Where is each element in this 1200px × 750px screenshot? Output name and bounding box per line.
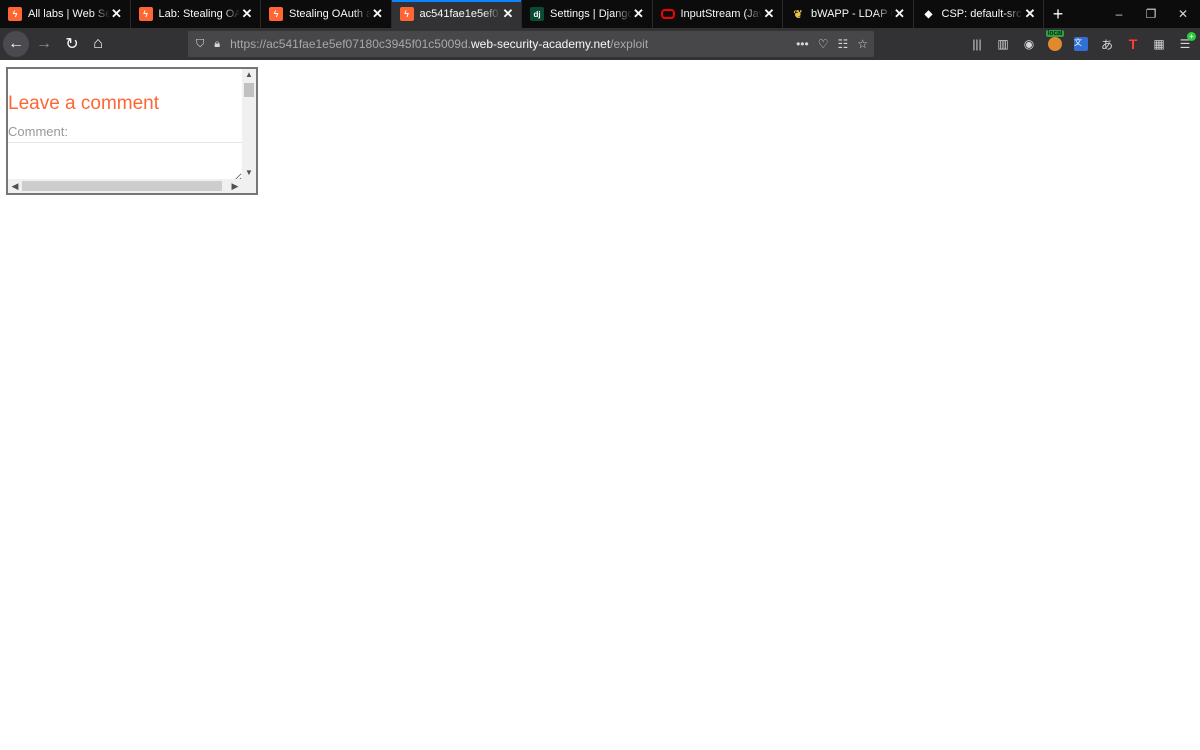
url-host: web-security-academy.net — [470, 37, 611, 51]
tab-csp-default-src[interactable]: ◆ CSP: default-src - HTTP ✕ — [914, 0, 1044, 28]
close-icon[interactable]: ✕ — [762, 6, 776, 22]
scroll-right-icon[interactable]: ▶ — [228, 179, 242, 193]
translate-extension-glyph: 文 — [1074, 37, 1088, 51]
home-button[interactable]: ⌂ — [85, 31, 111, 57]
csp-icon: ◆ — [924, 8, 933, 20]
tab-inputstream-java[interactable]: InputStream (Java ✕ — [653, 0, 783, 28]
url-path: /exploit — [610, 37, 649, 51]
vertical-scrollbar[interactable]: ▲ ▼ — [242, 69, 256, 179]
tab-title: Lab: Stealing OAuth access tokens — [158, 8, 241, 20]
reload-button[interactable]: ↻ — [59, 31, 85, 57]
tab-all-labs[interactable]: ϟ All labs | Web Security Academy ✕ — [0, 0, 131, 28]
tab-django-settings[interactable]: dj Settings | Django documentation ✕ — [522, 0, 653, 28]
proxy-extension-icon[interactable]: local — [1046, 30, 1065, 53]
tab-title: Settings | Django documentation — [550, 8, 632, 20]
t-extension-icon[interactable]: T — [1124, 35, 1142, 53]
tab-title: All labs | Web Security Academy — [28, 8, 110, 20]
close-icon[interactable]: ✕ — [110, 6, 124, 22]
library-icon[interactable]: ||| — [968, 35, 986, 53]
proxy-badge: local — [1046, 30, 1065, 37]
pocket-icon[interactable]: ♡ — [818, 37, 829, 51]
close-icon[interactable]: ✕ — [501, 6, 515, 22]
forward-button[interactable]: → — [31, 31, 57, 57]
lock-icon[interactable]: 🔒︎ — [214, 38, 220, 51]
tab-title: ac541fae1e5ef07180c3945f01c5009d — [419, 8, 502, 20]
translate-icon[interactable]: ☷ — [837, 37, 848, 51]
tab-strip: ϟ All labs | Web Security Academy ✕ ϟ La… — [0, 0, 1200, 28]
oracle-icon — [660, 9, 675, 19]
back-button[interactable]: ← — [3, 31, 29, 57]
tab-title: Stealing OAuth access tokens — [289, 8, 371, 20]
scroll-left-icon[interactable]: ◀ — [8, 179, 22, 193]
extensions-grid-icon[interactable]: ▦ — [1150, 35, 1168, 53]
tab-title: InputStream (Java — [680, 8, 763, 20]
navigation-toolbar: ← → ↻ ⌂ ⛉ 🔒︎ https://ac541fae1e5ef07180c… — [0, 28, 1200, 60]
close-icon[interactable]: ✕ — [1023, 6, 1037, 22]
language-extension-icon[interactable]: あ — [1098, 35, 1116, 53]
url-actions: ••• ♡ ☷ ☆ — [796, 31, 868, 57]
new-tab-button[interactable]: + — [1044, 0, 1072, 28]
close-icon[interactable]: ✕ — [371, 6, 385, 22]
tab-bwapp-ldap[interactable]: ❦ bWAPP - LDAP Connection ✕ — [783, 0, 914, 28]
comment-textarea[interactable] — [8, 142, 242, 179]
close-icon[interactable]: ✕ — [893, 6, 907, 22]
tab-stealing-oauth[interactable]: ϟ Stealing OAuth access tokens ✕ — [261, 0, 392, 28]
horizontal-scrollbar[interactable]: ◀ ▶ — [8, 179, 256, 193]
scroll-down-icon[interactable]: ▼ — [242, 167, 256, 179]
tab-exploit-server[interactable]: ϟ ac541fae1e5ef07180c3945f01c5009d ✕ — [391, 0, 522, 28]
embedded-iframe[interactable]: Leave a comment Comment: ▲ ▼ ◀ ▶ — [6, 67, 258, 195]
comment-heading: Leave a comment — [8, 93, 160, 114]
iframe-content: Leave a comment Comment: — [8, 69, 242, 179]
portswigger-icon: ϟ — [399, 7, 414, 21]
django-icon: dj — [530, 7, 544, 21]
page-viewport: Leave a comment Comment: ▲ ▼ ◀ ▶ — [0, 60, 1200, 750]
shield-icon[interactable]: ⛉ — [196, 38, 204, 51]
account-icon[interactable]: ◉ — [1020, 35, 1038, 53]
scroll-up-icon[interactable]: ▲ — [242, 69, 256, 81]
update-available-icon: + — [1187, 32, 1196, 41]
portswigger-icon: ϟ — [269, 7, 283, 21]
proxy-indicator-icon — [1048, 37, 1062, 51]
portswigger-icon: ϟ — [138, 7, 153, 21]
menu-icon[interactable]: ☰ + — [1176, 32, 1196, 53]
sidebar-icon[interactable]: ▥ — [994, 35, 1012, 53]
bookmark-star-icon[interactable]: ☆ — [857, 37, 868, 51]
close-icon[interactable]: ✕ — [240, 6, 254, 22]
tab-title: bWAPP - LDAP Connection — [811, 8, 893, 20]
extensions-toolbar: ||| ▥ ◉ local 文 あ T ▦ ☰ + — [968, 30, 1196, 57]
vertical-scroll-thumb[interactable] — [244, 83, 254, 97]
tab-lab-stealing-oauth[interactable]: ϟ Lab: Stealing OAuth access tokens ✕ — [131, 0, 261, 28]
comment-label: Comment: — [8, 124, 68, 139]
restore-button[interactable]: ❐ — [1134, 0, 1168, 28]
close-window-button[interactable]: ✕ — [1166, 0, 1200, 28]
horizontal-scroll-thumb[interactable] — [22, 181, 222, 191]
bee-icon: ❦ — [793, 8, 803, 21]
more-actions-icon[interactable]: ••• — [796, 37, 809, 51]
minimize-button[interactable]: – — [1102, 0, 1136, 28]
tab-title: CSP: default-src - HTTP — [941, 8, 1024, 20]
url-prefix: https://ac541fae1e5ef07180c3945f01c5009d… — [230, 37, 471, 51]
close-icon[interactable]: ✕ — [632, 6, 646, 22]
address-bar[interactable]: ⛉ 🔒︎ https://ac541fae1e5ef07180c3945f01c… — [188, 31, 874, 57]
translator-extension-icon[interactable]: 文 — [1072, 35, 1090, 53]
portswigger-icon: ϟ — [8, 7, 22, 21]
